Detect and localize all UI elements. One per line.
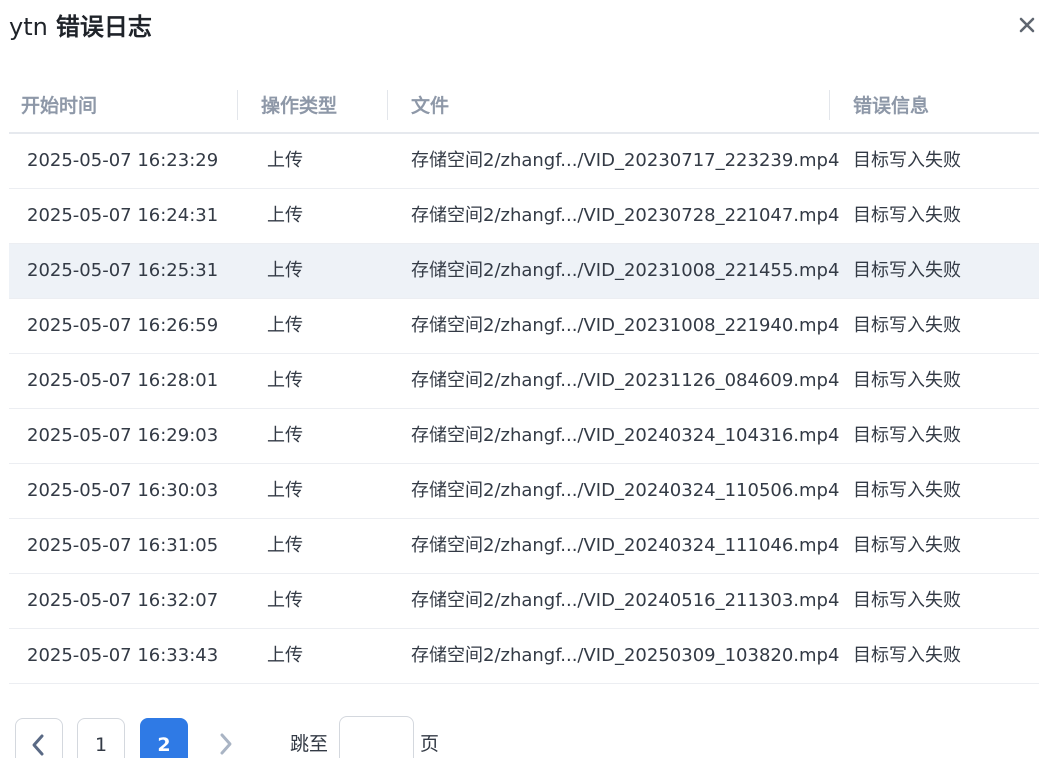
cell-start-time: 2025-05-07 16:30:03 (27, 480, 219, 501)
cell-operation-type: 上传 (267, 590, 303, 611)
cell-operation-type: 上传 (267, 205, 303, 226)
column-header-start-time[interactable]: 开始时间 (21, 80, 97, 132)
cell-start-time: 2025-05-07 16:29:03 (27, 425, 219, 446)
cell-start-time: 2025-05-07 16:33:43 (27, 645, 219, 666)
cell-operation-type: 上传 (267, 315, 303, 336)
cell-operation-type: 上传 (267, 425, 303, 446)
cell-operation-type: 上传 (267, 150, 303, 171)
prev-page-button[interactable] (15, 718, 63, 758)
cell-error-info: 目标写入失败 (853, 645, 961, 666)
table-row[interactable]: 2025-05-07 16:24:31 上传 存储空间2/zhangf.../VID… (9, 189, 1039, 244)
next-page-button[interactable] (205, 718, 245, 758)
cell-start-time: 2025-05-07 16:31:05 (27, 535, 219, 556)
chevron-right-icon (215, 718, 235, 756)
table-row[interactable]: 2025-05-07 16:32:07 上传 存储空间2/zhangf.../VID… (9, 574, 1039, 629)
cell-file-path: 存储空间2/zhangf.../VID_20231008_221940.mp4 (411, 315, 840, 336)
table-row[interactable]: 2025-05-07 16:30:03 上传 存储空间2/zhangf.../VID… (9, 464, 1039, 519)
table-row[interactable]: 2025-05-07 16:25:31 上传 存储空间2/zhangf.../VID… (9, 244, 1039, 299)
app-name: ytn (9, 13, 48, 41)
cell-error-info: 目标写入失败 (853, 205, 961, 226)
column-divider[interactable] (829, 90, 830, 120)
jump-page-input[interactable] (339, 716, 414, 758)
dialog-title: ytn 错误日志 (9, 10, 152, 44)
column-header-operation-type[interactable]: 操作类型 (261, 80, 337, 132)
close-icon (1015, 10, 1039, 40)
column-header-error-info[interactable]: 错误信息 (853, 80, 929, 132)
cell-error-info: 目标写入失败 (853, 150, 961, 171)
cell-error-info: 目标写入失败 (853, 535, 961, 556)
cell-error-info: 目标写入失败 (853, 480, 961, 501)
column-divider[interactable] (387, 90, 388, 120)
page-button-1[interactable]: 1 (77, 718, 125, 758)
cell-file-path: 存储空间2/zhangf.../VID_20231008_221455.mp4 (411, 260, 840, 281)
table-row[interactable]: 2025-05-07 16:29:03 上传 存储空间2/zhangf.../VID… (9, 409, 1039, 464)
cell-start-time: 2025-05-07 16:26:59 (27, 315, 219, 336)
cell-start-time: 2025-05-07 16:24:31 (27, 205, 219, 226)
cell-operation-type: 上传 (267, 645, 303, 666)
cell-file-path: 存储空间2/zhangf.../VID_20231126_084609.mp4 (411, 370, 840, 391)
column-header-file[interactable]: 文件 (411, 80, 449, 132)
cell-operation-type: 上传 (267, 480, 303, 501)
close-button[interactable] (1015, 10, 1039, 40)
chevron-left-icon (29, 719, 49, 757)
cell-start-time: 2025-05-07 16:28:01 (27, 370, 219, 391)
table-row[interactable]: 2025-05-07 16:23:29 上传 存储空间2/zhangf.../VID… (9, 134, 1039, 189)
cell-error-info: 目标写入失败 (853, 425, 961, 446)
pagination: 1 2 跳至 页 (15, 716, 1015, 758)
table-row[interactable]: 2025-05-07 16:26:59 上传 存储空间2/zhangf.../VID… (9, 299, 1039, 354)
cell-file-path: 存储空间2/zhangf.../VID_20230728_221047.mp4 (411, 205, 840, 226)
cell-file-path: 存储空间2/zhangf.../VID_20240324_104316.mp4 (411, 425, 840, 446)
jump-to-label: 跳至 (290, 733, 329, 755)
error-log-table: 开始时间 操作类型 文件 错误信息 2025-05-07 16:23:29 上传存… (9, 80, 1039, 684)
cell-file-path: 存储空间2/zhangf.../VID_20240324_110506.mp4 (411, 480, 840, 501)
cell-file-path: 存储空间2/zhangf.../VID_20240516_211303.mp4 (411, 590, 840, 611)
cell-error-info: 目标写入失败 (853, 590, 961, 611)
cell-error-info: 目标写入失败 (853, 260, 961, 281)
table-row[interactable]: 2025-05-07 16:31:05 上传 存储空间2/zhangf.../VID… (9, 519, 1039, 574)
cell-file-path: 存储空间2/zhangf.../VID_20240324_111046.mp4 (411, 535, 840, 556)
cell-operation-type: 上传 (267, 370, 303, 391)
cell-start-time: 2025-05-07 16:23:29 (27, 150, 219, 171)
page-unit-label: 页 (420, 733, 440, 755)
cell-file-path: 存储空间2/zhangf.../VID_20230717_223239.mp4 (411, 150, 840, 171)
column-divider[interactable] (237, 90, 238, 120)
dialog-title-label: 错误日志 (55, 13, 152, 41)
cell-file-path: 存储空间2/zhangf.../VID_20250309_103820.mp4 (411, 645, 840, 666)
cell-start-time: 2025-05-07 16:32:07 (27, 590, 219, 611)
error-log-dialog: ytn 错误日志 开始时间 操作类型 文件 错误信息 2025-05-07 16:… (0, 0, 1039, 758)
cell-error-info: 目标写入失败 (853, 370, 961, 391)
table-row[interactable]: 2025-05-07 16:28:01 上传 存储空间2/zhangf.../VID… (9, 354, 1039, 409)
table-body: 2025-05-07 16:23:29 上传 存储空间2/zhangf.../VID… (9, 134, 1039, 684)
table-header: 开始时间 操作类型 文件 错误信息 (9, 80, 1039, 134)
cell-operation-type: 上传 (267, 260, 303, 281)
table-row[interactable]: 2025-05-07 16:33:43 上传 存储空间2/zhangf.../VID… (9, 629, 1039, 684)
cell-start-time: 2025-05-07 16:25:31 (27, 260, 219, 281)
cell-operation-type: 上传 (267, 535, 303, 556)
page-button-2-current[interactable]: 2 (140, 718, 188, 758)
cell-error-info: 目标写入失败 (853, 315, 961, 336)
